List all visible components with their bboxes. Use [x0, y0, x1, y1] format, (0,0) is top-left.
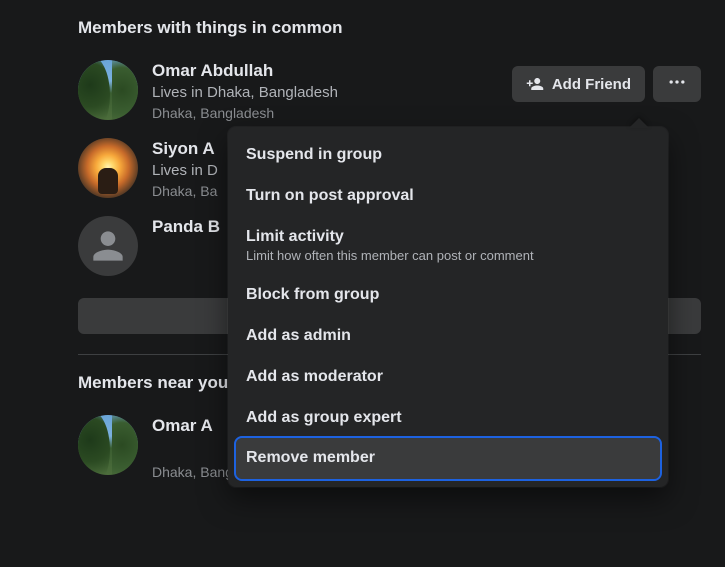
menu-item-remove-member[interactable]: Remove member: [236, 438, 660, 479]
avatar[interactable]: [78, 415, 138, 475]
menu-item-label: Block from group: [246, 286, 379, 303]
add-friend-icon: [526, 75, 544, 93]
menu-item-sublabel: Limit how often this member can post or …: [246, 248, 650, 265]
menu-caret: [629, 118, 649, 128]
menu-item-label: Add as admin: [246, 327, 351, 344]
member-row: Omar Abdullah Lives in Dhaka, Bangladesh…: [78, 52, 701, 130]
menu-item-label: Suspend in group: [246, 146, 382, 163]
add-friend-button[interactable]: Add Friend: [512, 66, 645, 102]
menu-item-label: Turn on post approval: [246, 187, 414, 204]
person-icon: [86, 224, 130, 268]
member-actions-menu: Suspend in group Turn on post approval L…: [228, 127, 668, 487]
avatar[interactable]: [78, 60, 138, 120]
menu-item-label: Limit activity: [246, 228, 344, 245]
menu-item-block[interactable]: Block from group: [236, 275, 660, 316]
add-friend-label: Add Friend: [552, 76, 631, 93]
menu-item-add-moderator[interactable]: Add as moderator: [236, 357, 660, 398]
menu-item-label: Add as moderator: [246, 368, 383, 385]
ellipsis-icon: [667, 72, 687, 96]
menu-item-limit-activity[interactable]: Limit activity Limit how often this memb…: [236, 217, 660, 276]
avatar[interactable]: [78, 138, 138, 198]
avatar[interactable]: [78, 216, 138, 276]
member-name[interactable]: Omar Abdullah: [152, 60, 512, 81]
menu-item-label: Add as group expert: [246, 409, 402, 426]
member-location: Dhaka, Bangladesh: [152, 104, 512, 122]
member-subtext: Lives in Dhaka, Bangladesh: [152, 83, 512, 103]
menu-item-add-admin[interactable]: Add as admin: [236, 316, 660, 357]
section-heading-common: Members with things in common: [78, 18, 701, 38]
menu-item-post-approval[interactable]: Turn on post approval: [236, 176, 660, 217]
menu-item-label: Remove member: [246, 449, 375, 466]
more-options-button[interactable]: [653, 66, 701, 102]
menu-item-add-expert[interactable]: Add as group expert: [236, 398, 660, 439]
menu-item-suspend[interactable]: Suspend in group: [236, 135, 660, 176]
